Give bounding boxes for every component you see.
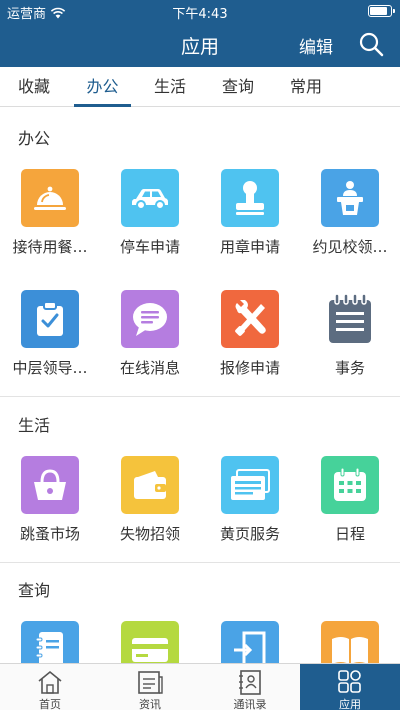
bottom-tab-home[interactable]: 首页 — [0, 664, 100, 710]
app-tile — [221, 169, 279, 227]
app-seal-request[interactable]: 用章申请 — [200, 169, 300, 257]
app-parking-request[interactable]: 停车申请 — [100, 169, 200, 257]
app-label: 停车申请 — [119, 238, 180, 256]
section-divider — [0, 562, 400, 563]
calendar-icon — [334, 467, 366, 501]
app-label: 日程 — [334, 525, 365, 543]
app-label: 约见校领… — [312, 238, 388, 256]
app-tile — [221, 290, 279, 348]
notepad-icon — [329, 293, 371, 343]
app-tile — [21, 621, 79, 663]
tab-common[interactable]: 常用 — [280, 67, 332, 107]
battery-level — [370, 7, 387, 15]
app-meet-leader[interactable]: 约见校领… — [300, 169, 400, 257]
status-bar: 运营商 下午4:43 — [0, 0, 400, 22]
stamp-icon — [236, 181, 264, 215]
app-tile — [321, 169, 379, 227]
section-title-query: 查询 — [18, 581, 51, 600]
app-label: 黄页服务 — [219, 525, 280, 543]
bottom-tab-label: 资讯 — [139, 698, 161, 710]
app-tile — [21, 169, 79, 227]
category-tabs: 收藏 办公 生活 查询 常用 — [0, 67, 400, 107]
dome-cloche-icon — [34, 186, 66, 210]
app-repair-request[interactable]: 报修申请 — [200, 290, 300, 378]
credit-card-icon — [132, 638, 168, 662]
app-lost-found[interactable]: 失物招领 — [100, 456, 200, 544]
app-query-1[interactable] — [0, 621, 100, 663]
app-tile — [321, 621, 379, 663]
app-online-message[interactable]: 在线消息 — [100, 290, 200, 378]
app-tile — [221, 621, 279, 663]
tab-office[interactable]: 办公 — [74, 67, 131, 107]
app-middle-leader[interactable]: 中层领导… — [0, 290, 100, 378]
bottom-tab-apps[interactable]: 应用 — [300, 664, 400, 710]
app-tile — [321, 290, 379, 348]
section-title-office: 办公 — [18, 129, 51, 148]
nav-bar: 应用 编辑 — [0, 22, 400, 67]
app-tile — [221, 456, 279, 514]
app-label: 接待用餐… — [12, 238, 88, 256]
bottom-tab-contacts[interactable]: 通讯录 — [200, 664, 300, 710]
tab-query[interactable]: 查询 — [212, 67, 264, 107]
app-label: 在线消息 — [119, 359, 180, 377]
app-yellow-pages[interactable]: 黄页服务 — [200, 456, 300, 544]
news-icon — [138, 671, 163, 694]
search-icon[interactable] — [358, 31, 384, 57]
app-tile — [121, 621, 179, 663]
tab-life[interactable]: 生活 — [144, 67, 196, 107]
bottom-tab-news[interactable]: 资讯 — [100, 664, 200, 710]
door-exit-icon — [234, 631, 266, 663]
home-icon — [38, 670, 62, 694]
app-tile — [21, 290, 79, 348]
address-book-icon — [35, 632, 63, 663]
open-book-icon — [332, 637, 368, 663]
address-card-icon — [231, 469, 270, 500]
app-label: 事务 — [334, 359, 365, 377]
app-query-3[interactable] — [200, 621, 300, 663]
chat-bubble-icon — [133, 303, 167, 336]
section-title-life: 生活 — [18, 416, 51, 435]
section-divider — [0, 396, 400, 397]
apps-grid-icon — [338, 670, 361, 693]
app-label: 用章申请 — [219, 238, 280, 256]
car-icon — [132, 189, 168, 210]
page-title: 应用 — [180, 36, 219, 58]
app-tile — [121, 290, 179, 348]
tools-icon — [235, 300, 266, 336]
status-time: 下午4:43 — [172, 7, 228, 22]
app-schedule[interactable]: 日程 — [300, 456, 400, 544]
bottom-tab-label: 首页 — [39, 698, 61, 710]
app-tile — [21, 456, 79, 514]
app-query-4[interactable] — [300, 621, 400, 663]
bottom-tab-bar: 首页 资讯 通讯录 应用 — [0, 663, 400, 710]
edit-button[interactable]: 编辑 — [299, 33, 333, 58]
clipboard-check-icon — [37, 301, 63, 336]
app-affairs[interactable]: 事务 — [300, 290, 400, 378]
basket-icon — [34, 469, 66, 500]
app-label: 失物招领 — [119, 525, 180, 543]
app-label: 中层领导… — [12, 359, 88, 377]
app-reception-meal[interactable]: 接待用餐… — [0, 169, 100, 257]
app-label: 报修申请 — [219, 359, 280, 377]
app-flea-market[interactable]: 跳蚤市场 — [0, 456, 100, 544]
app-tile — [121, 456, 179, 514]
app-label: 跳蚤市场 — [19, 525, 80, 543]
app-tile — [321, 456, 379, 514]
app-tile — [121, 169, 179, 227]
bottom-tab-label: 通讯录 — [233, 698, 267, 710]
contacts-icon — [239, 670, 261, 695]
app-query-2[interactable] — [100, 621, 200, 663]
tab-favorites[interactable]: 收藏 — [8, 67, 60, 107]
app-list[interactable]: 办公 接待用餐… 停车申请 用章申请 约见校领… 中层领导… 在线消息 报修申请… — [0, 107, 400, 663]
podium-icon — [337, 181, 363, 215]
battery-icon — [368, 5, 395, 17]
wallet-icon — [134, 471, 166, 499]
bottom-tab-label: 应用 — [339, 698, 361, 710]
